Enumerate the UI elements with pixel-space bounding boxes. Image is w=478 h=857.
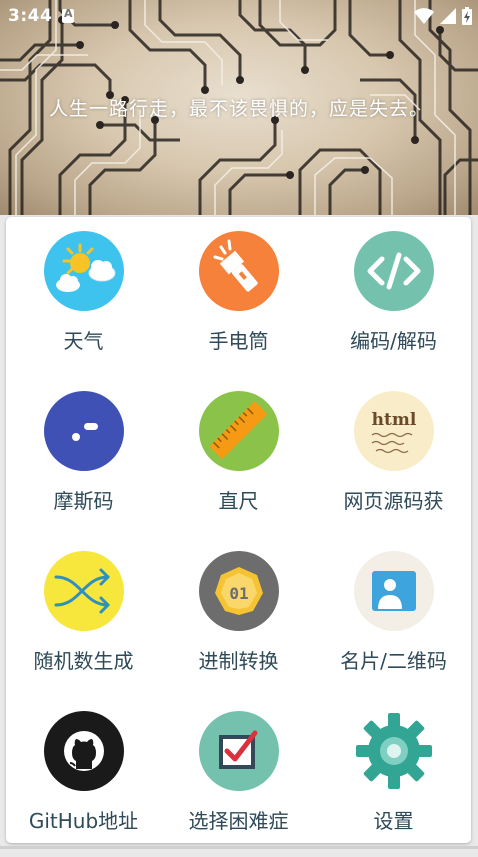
- tile-base-convert[interactable]: 01 进制转换: [161, 537, 316, 697]
- tile-label-random: 随机数生成: [33, 649, 134, 673]
- status-time: 3:44: [8, 6, 53, 26]
- morse-icon: [43, 391, 124, 471]
- battery-icon: [462, 7, 472, 25]
- tile-html-source[interactable]: html 网页源码获: [316, 377, 471, 537]
- tile-weather[interactable]: 天气: [6, 217, 161, 377]
- shuffle-icon: [43, 551, 124, 631]
- code-icon: [353, 231, 434, 311]
- wifi-icon: [414, 8, 434, 24]
- tile-morse[interactable]: 摩斯码: [6, 377, 161, 537]
- tile-card-qrcode[interactable]: 名片/二维码: [316, 537, 471, 697]
- checkbox-icon: [198, 711, 279, 791]
- tile-label-card-qrcode: 名片/二维码: [340, 649, 447, 673]
- github-icon: [43, 711, 124, 791]
- weather-icon: [43, 231, 124, 311]
- tile-label-flashlight: 手电筒: [208, 329, 269, 353]
- tile-github[interactable]: GitHub地址: [6, 697, 161, 857]
- tile-encode-decode[interactable]: 编码/解码: [316, 217, 471, 377]
- notification-icon: [62, 7, 74, 23]
- tile-label-decision: 选择困难症: [188, 809, 289, 833]
- svg-text:01: 01: [229, 584, 248, 603]
- tile-label-weather: 天气: [63, 329, 104, 353]
- tile-decision[interactable]: 选择困难症: [161, 697, 316, 857]
- tile-label-encode-decode: 编码/解码: [350, 329, 437, 353]
- header-banner: 3:44 人生一路行走，最不该畏惧的，应是失去。: [0, 0, 478, 215]
- svg-text:html: html: [371, 410, 416, 430]
- ruler-icon: [198, 391, 279, 471]
- tile-settings[interactable]: 设置: [316, 697, 471, 857]
- header-quote: 人生一路行走，最不该畏惧的，应是失去。: [48, 98, 429, 120]
- tile-ruler[interactable]: 直尺: [161, 377, 316, 537]
- status-bar: 3:44: [0, 0, 478, 34]
- tile-flashlight[interactable]: 手电筒: [161, 217, 316, 377]
- tile-label-github: GitHub地址: [28, 809, 139, 833]
- html-icon: html: [353, 391, 434, 471]
- tile-label-settings: 设置: [373, 809, 414, 833]
- tile-label-html-source: 网页源码获: [343, 489, 444, 513]
- tools-grid-card: 天气 手电筒 编码/解码 摩斯码 直尺 html 网页源码获 随机数生成 01 …: [6, 217, 471, 843]
- tile-label-ruler: 直尺: [218, 489, 259, 513]
- tile-label-morse: 摩斯码: [53, 489, 114, 513]
- signal-icon: [440, 8, 456, 24]
- tile-random[interactable]: 随机数生成: [6, 537, 161, 697]
- tile-label-base-convert: 进制转换: [198, 649, 279, 673]
- gear-icon: [354, 711, 434, 791]
- flashlight-icon: [198, 231, 279, 311]
- binary-icon: 01: [198, 551, 279, 631]
- card-icon: [353, 551, 434, 631]
